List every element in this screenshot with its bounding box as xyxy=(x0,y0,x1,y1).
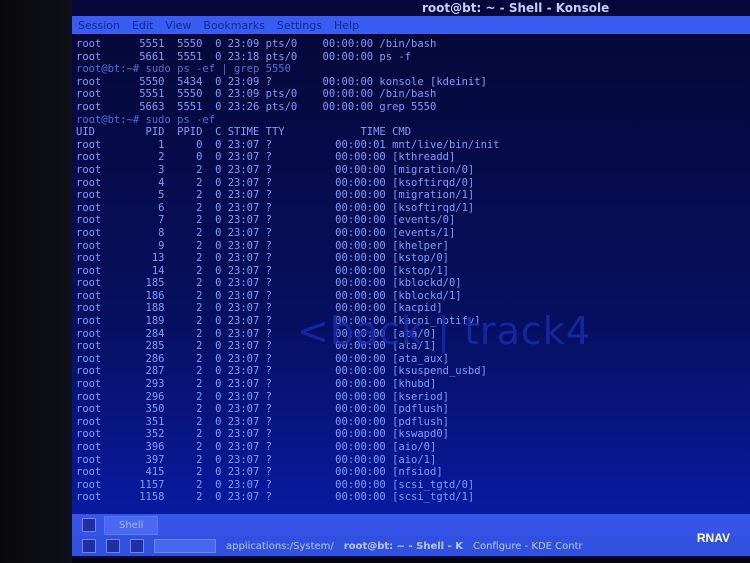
task-konsole[interactable]: root@bt: ~ - Shell - K xyxy=(344,541,463,552)
ps-header: UID PID PPID C STIME TTY TIME CMD xyxy=(76,126,412,139)
title-bar: root@bt: ~ - Shell - Konsole xyxy=(72,0,750,16)
backtrack-logo: <back | track4 xyxy=(297,309,591,353)
process-row: root 352 2 0 23:07 ? 00:00:00 [kswapd0] xyxy=(76,428,449,441)
process-row: root 3 2 0 23:07 ? 00:00:00 [migration/0… xyxy=(76,163,475,176)
konsole-window: root@bt: ~ - Shell - Konsole Session Edi… xyxy=(72,0,750,558)
process-row: root 5 2 0 23:07 ? 00:00:00 [migration/1… xyxy=(76,189,475,202)
output-line: root 5551 5550 0 23:09 pts/0 00:00:00 /b… xyxy=(76,38,437,50)
process-row: root 186 2 0 23:07 ? 00:00:00 [kblockd/1… xyxy=(76,289,462,302)
process-row: root 1158 2 0 23:07 ? 00:00:00 [scsi_tgt… xyxy=(76,491,475,504)
tab-bar: Shell xyxy=(72,514,750,536)
process-row: root 7 2 0 23:07 ? 00:00:00 [events/0] xyxy=(76,214,456,227)
process-row: root 397 2 0 23:07 ? 00:00:00 [aio/1] xyxy=(76,453,437,466)
terminal-output[interactable]: <back | track4 root 5551 5550 0 23:09 pt… xyxy=(72,34,750,514)
new-tab-icon[interactable] xyxy=(82,518,96,532)
menu-session[interactable]: Session xyxy=(78,19,120,32)
process-row: root 2 0 0 23:07 ? 00:00:00 [kthreadd] xyxy=(76,151,456,164)
kmenu-icon[interactable] xyxy=(82,539,96,553)
terminal-launcher-icon[interactable] xyxy=(106,539,120,553)
menu-bar: Session Edit View Bookmarks Settings Hel… xyxy=(72,16,750,34)
prompt-line: root@bt:~# sudo ps -ef xyxy=(76,113,216,126)
process-row: root 293 2 0 23:07 ? 00:00:00 [khubd] xyxy=(76,378,437,391)
process-row: root 415 2 0 23:07 ? 00:00:00 [nfsiod] xyxy=(76,466,443,479)
process-row: root 396 2 0 23:07 ? 00:00:00 [aio/0] xyxy=(76,441,437,453)
process-row: root 14 2 0 23:07 ? 00:00:00 [kstop/1] xyxy=(76,264,449,277)
tab-shell[interactable]: Shell xyxy=(104,515,159,535)
desktop-combo[interactable] xyxy=(154,539,216,553)
task-configure[interactable]: Configure - KDE Contr xyxy=(473,541,583,552)
process-row: root 9 2 0 23:07 ? 00:00:00 [khelper] xyxy=(76,239,449,252)
menu-bookmarks[interactable]: Bookmarks xyxy=(203,19,264,32)
menu-help[interactable]: Help xyxy=(334,19,359,32)
monitor-bezel xyxy=(0,0,72,563)
process-row: root 4 2 0 23:07 ? 00:00:00 [ksoftirqd/0… xyxy=(76,176,475,189)
browser-icon[interactable] xyxy=(130,539,144,553)
process-row: root 296 2 0 23:07 ? 00:00:00 [kseriod] xyxy=(76,390,449,403)
task-location[interactable]: applications:/System/ xyxy=(226,541,334,552)
window-title: root@bt: ~ - Shell - Konsole xyxy=(422,1,610,15)
output-line: root 5550 5434 0 23:09 ? 00:00:00 konsol… xyxy=(76,75,487,88)
output-line: root 5663 5551 0 23:26 pts/0 00:00:00 gr… xyxy=(76,100,437,113)
taskbar: applications:/System/ root@bt: ~ - Shell… xyxy=(72,536,750,556)
output-line: root 5661 5551 0 23:18 pts/0 00:00:00 ps… xyxy=(76,50,412,63)
process-row: root 287 2 0 23:07 ? 00:00:00 [ksuspend_… xyxy=(76,365,487,378)
menu-settings[interactable]: Settings xyxy=(277,19,322,32)
process-row: root 1 0 0 23:07 ? 00:00:01 mnt/live/bin… xyxy=(76,138,500,151)
watermark: RNAV xyxy=(696,531,730,545)
process-row: root 286 2 0 23:07 ? 00:00:00 [ata_aux] xyxy=(76,352,449,365)
prompt-line: root@bt:~# sudo ps -ef | grep 5550 xyxy=(76,63,291,76)
process-row: root 13 2 0 23:07 ? 00:00:00 [kstop/0] xyxy=(76,252,449,265)
process-row: root 350 2 0 23:07 ? 00:00:00 [pdflush] xyxy=(76,403,449,416)
process-row: root 1157 2 0 23:07 ? 00:00:00 [scsi_tgt… xyxy=(76,478,475,491)
process-row: root 351 2 0 23:07 ? 00:00:00 [pdflush] xyxy=(76,415,449,428)
menu-view[interactable]: View xyxy=(165,19,191,32)
menu-edit[interactable]: Edit xyxy=(132,19,153,32)
process-row: root 6 2 0 23:07 ? 00:00:00 [ksoftirqd/1… xyxy=(76,201,475,214)
process-row: root 185 2 0 23:07 ? 00:00:00 [kblockd/0… xyxy=(76,277,462,290)
process-row: root 8 2 0 23:07 ? 00:00:00 [events/1] xyxy=(76,226,456,239)
output-line: root 5551 5550 0 23:09 pts/0 00:00:00 /b… xyxy=(76,88,437,101)
